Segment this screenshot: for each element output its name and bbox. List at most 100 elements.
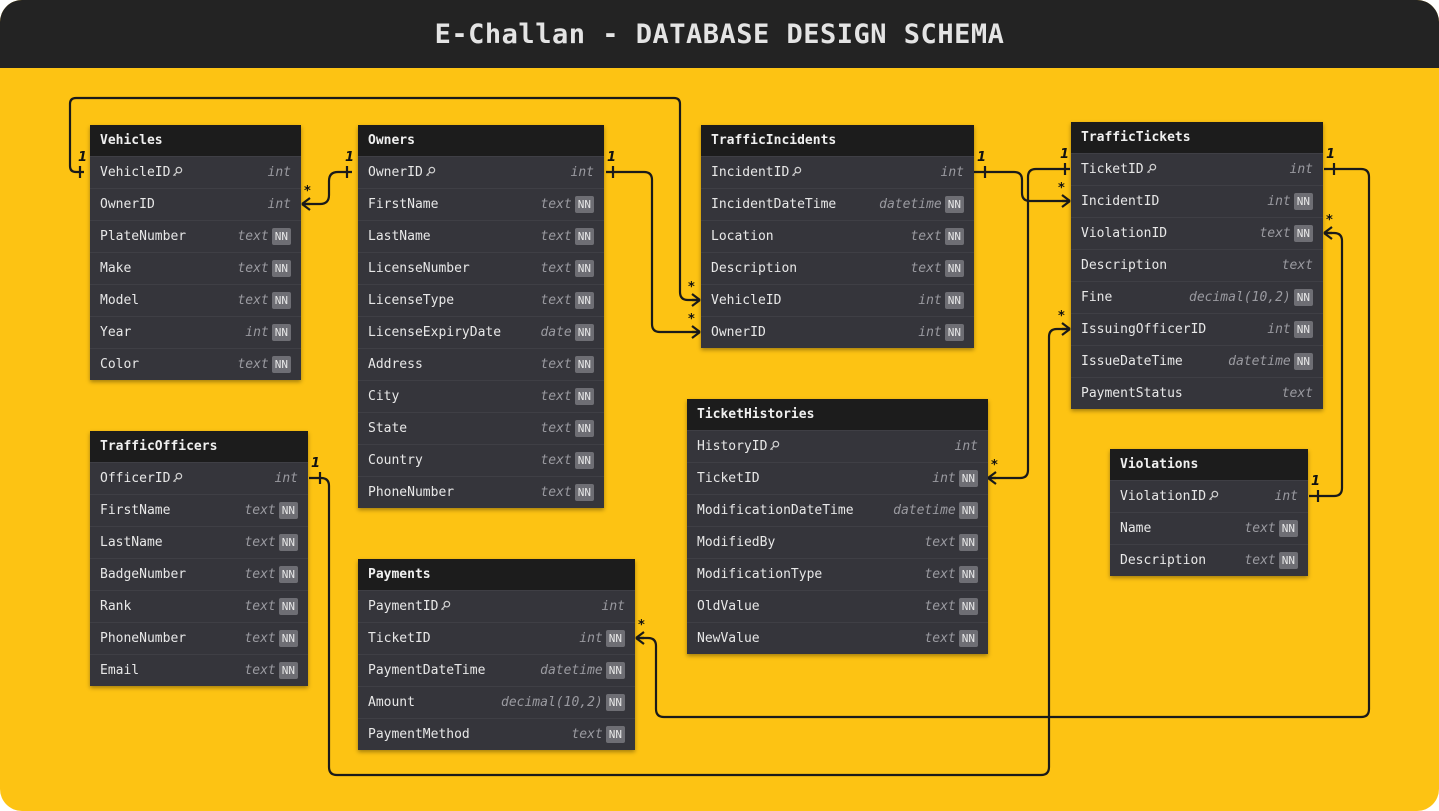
field-meta: int	[268, 189, 291, 220]
field-row[interactable]: LicenseExpiryDate date NN	[358, 316, 604, 348]
field-row[interactable]: HistoryID int	[687, 430, 988, 462]
field-row[interactable]: TicketID int NN	[687, 462, 988, 494]
field-name-text: IssueDateTime	[1081, 354, 1183, 369]
field-type: int	[245, 325, 269, 340]
not-null-badge: NN	[574, 196, 594, 213]
field-name-text: City	[368, 389, 400, 404]
cardinality-label: 1	[977, 150, 987, 165]
field-name: OwnerID	[368, 157, 436, 188]
field-row[interactable]: ModificationType text NN	[687, 558, 988, 590]
field-row[interactable]: Amount decimal(10,2) NN	[358, 686, 635, 718]
field-row[interactable]: PaymentStatus text	[1071, 377, 1323, 409]
field-row[interactable]: ModifiedBy text NN	[687, 526, 988, 558]
field-row[interactable]: IncidentID int NN	[1071, 185, 1323, 217]
field-row[interactable]: VehicleID int NN	[701, 284, 974, 316]
field-row[interactable]: NewValue text NN	[687, 622, 988, 654]
field-row[interactable]: IssuingOfficerID int NN	[1071, 313, 1323, 345]
field-row[interactable]: Email text NN	[90, 654, 308, 686]
field-row[interactable]: ViolationID int	[1110, 480, 1308, 512]
table-traffic-officers[interactable]: TrafficOfficers OfficerID int FirstName text…	[90, 431, 308, 686]
table-owners[interactable]: Owners OwnerID int FirstName text NN LastName t…	[358, 125, 604, 508]
field-row[interactable]: Description text NN	[701, 252, 974, 284]
not-null-badge: NN	[278, 502, 298, 519]
field-row[interactable]: PaymentID int	[358, 590, 635, 622]
field-row[interactable]: LicenseNumber text NN	[358, 252, 604, 284]
field-meta: text NN	[237, 349, 291, 380]
field-row[interactable]: LicenseType text NN	[358, 284, 604, 316]
field-row[interactable]: LastName text NN	[90, 526, 308, 558]
key-icon	[769, 440, 780, 453]
field-name: HistoryID	[697, 431, 780, 462]
not-null-badge: NN	[1293, 225, 1313, 242]
field-row[interactable]: State text NN	[358, 412, 604, 444]
field-row[interactable]: PaymentDateTime datetime NN	[358, 654, 635, 686]
field-row[interactable]: Model text NN	[90, 284, 301, 316]
field-name: VehicleID	[711, 285, 781, 316]
field-row[interactable]: FirstName text NN	[358, 188, 604, 220]
field-row[interactable]: BadgeNumber text NN	[90, 558, 308, 590]
field-meta: text NN	[237, 221, 291, 252]
table-traffic-incidents[interactable]: TrafficIncidents IncidentID int IncidentDat…	[701, 125, 974, 348]
field-row[interactable]: OwnerID int	[358, 156, 604, 188]
field-row[interactable]: PlateNumber text NN	[90, 220, 301, 252]
field-row[interactable]: Year int NN	[90, 316, 301, 348]
field-type: int	[579, 631, 603, 646]
not-null-badge: NN	[271, 260, 291, 277]
cardinality-label: *	[638, 618, 645, 633]
field-row[interactable]: Description text NN	[1110, 544, 1308, 576]
field-row[interactable]: FirstName text NN	[90, 494, 308, 526]
field-row[interactable]: ViolationID text NN	[1071, 217, 1323, 249]
field-row[interactable]: PhoneNumber text NN	[358, 476, 604, 508]
field-name-text: Location	[711, 229, 774, 244]
field-name: City	[368, 381, 399, 412]
field-row[interactable]: Address text NN	[358, 348, 604, 380]
field-type: text	[540, 357, 572, 372]
field-row[interactable]: LastName text NN	[358, 220, 604, 252]
field-meta: text NN	[244, 655, 298, 686]
field-meta: text	[1282, 378, 1313, 409]
table-traffic-tickets[interactable]: TrafficTickets TicketID int IncidentID int NN…	[1071, 122, 1323, 409]
field-row[interactable]: Description text	[1071, 249, 1323, 281]
not-null-badge: NN	[958, 534, 978, 551]
field-row[interactable]: TicketID int NN	[358, 622, 635, 654]
table-name: Violations	[1110, 449, 1308, 480]
field-row[interactable]: OfficerID int	[90, 462, 308, 494]
table-vehicles[interactable]: Vehicles VehicleID int OwnerID int PlateNumbe…	[90, 125, 301, 380]
field-name: IssuingOfficerID	[1081, 314, 1206, 345]
field-row[interactable]: PaymentMethod text NN	[358, 718, 635, 750]
field-row[interactable]: Make text NN	[90, 252, 301, 284]
field-row[interactable]: OwnerID int NN	[701, 316, 974, 348]
field-row[interactable]: OwnerID int	[90, 188, 301, 220]
field-row[interactable]: Fine decimal(10,2) NN	[1071, 281, 1323, 313]
field-type: text	[1244, 553, 1276, 568]
field-row[interactable]: Name text NN	[1110, 512, 1308, 544]
field-row[interactable]: IncidentID int	[701, 156, 974, 188]
field-row[interactable]: VehicleID int	[90, 156, 301, 188]
field-name: Fine	[1081, 282, 1112, 313]
field-row[interactable]: TicketID int	[1071, 153, 1323, 185]
field-name: OfficerID	[100, 463, 183, 494]
table-ticket-histories[interactable]: TicketHistories HistoryID int TicketID int NN…	[687, 399, 988, 654]
field-row[interactable]: ModificationDateTime datetime NN	[687, 494, 988, 526]
field-row[interactable]: IssueDateTime datetime NN	[1071, 345, 1323, 377]
field-row[interactable]: Location text NN	[701, 220, 974, 252]
field-row[interactable]: Color text NN	[90, 348, 301, 380]
field-name: ModificationType	[697, 559, 822, 590]
field-name-text: ModificationDateTime	[697, 503, 854, 518]
field-row[interactable]: Rank text NN	[90, 590, 308, 622]
field-meta: datetime NN	[1228, 346, 1313, 377]
field-row[interactable]: Country text NN	[358, 444, 604, 476]
field-row[interactable]: OldValue text NN	[687, 590, 988, 622]
field-type: text	[1259, 226, 1291, 241]
field-row[interactable]: City text NN	[358, 380, 604, 412]
not-null-badge: NN	[605, 630, 625, 647]
table-payments[interactable]: Payments PaymentID int TicketID int NN Payment…	[358, 559, 635, 750]
table-violations[interactable]: Violations ViolationID int Name text NN Descri…	[1110, 449, 1308, 576]
field-row[interactable]: IncidentDateTime datetime NN	[701, 188, 974, 220]
not-null-badge: NN	[958, 630, 978, 647]
field-type: text	[244, 567, 276, 582]
field-meta: text NN	[237, 285, 291, 316]
not-null-badge: NN	[1293, 321, 1313, 338]
field-row[interactable]: PhoneNumber text NN	[90, 622, 308, 654]
field-name-text: Address	[368, 357, 423, 372]
